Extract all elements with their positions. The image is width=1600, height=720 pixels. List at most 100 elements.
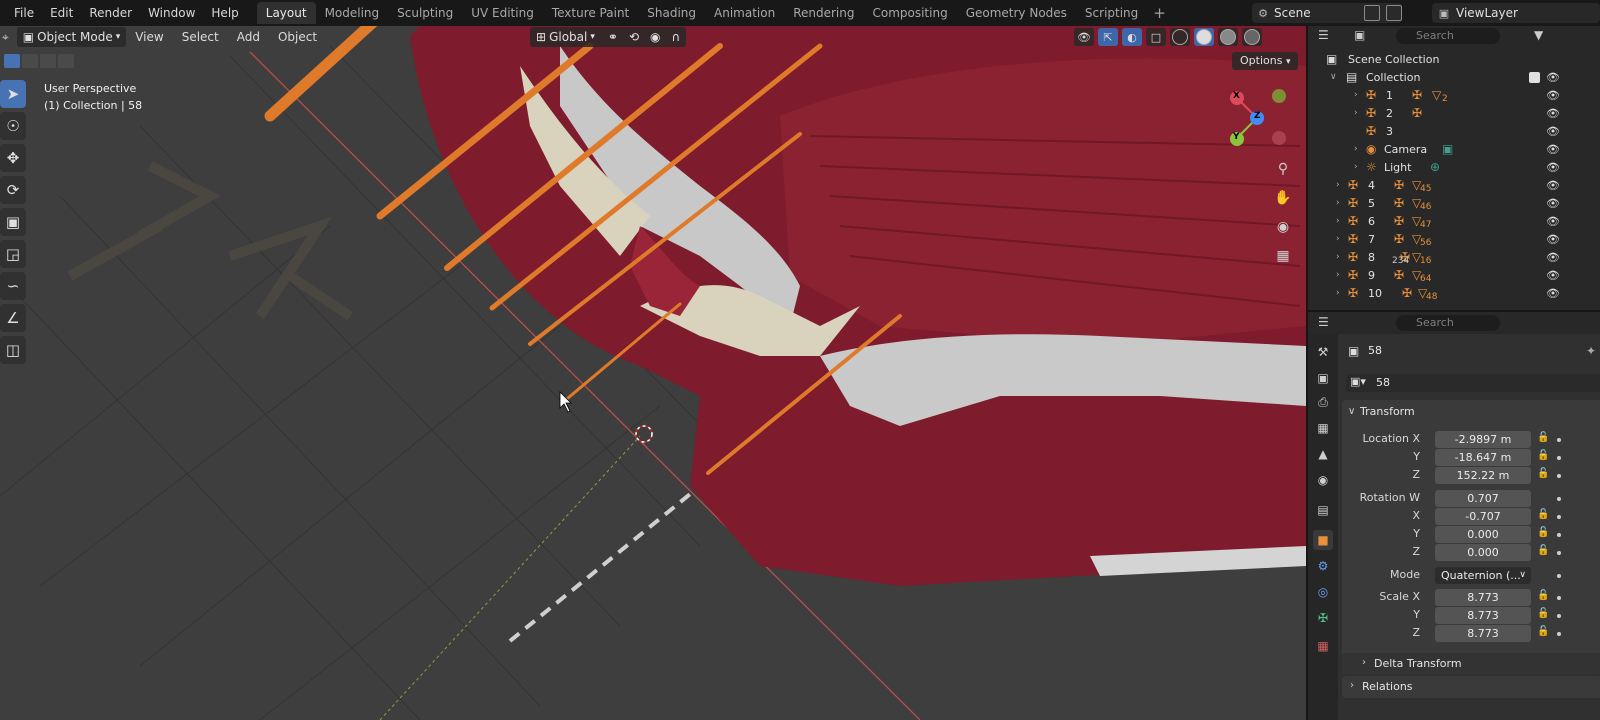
delta-transform-panel[interactable]: › Delta Transform [1342, 653, 1600, 675]
tab-modeling[interactable]: Modeling [316, 2, 389, 24]
chevron-right-icon[interactable]: › [1336, 252, 1340, 262]
menu-render[interactable]: Render [81, 0, 140, 26]
eye-icon[interactable]: 👁 [1546, 197, 1560, 210]
tab-animation[interactable]: Animation [705, 2, 784, 24]
lock-icon[interactable]: 🔓 [1537, 527, 1549, 538]
xray-icon[interactable]: □ [1146, 28, 1166, 46]
outliner-item-2[interactable]: › ✠ 2 ✠ 👁 [1308, 104, 1600, 122]
menu-select[interactable]: Select [173, 27, 228, 47]
chevron-right-icon[interactable]: › [1354, 90, 1358, 100]
outliner-collection[interactable]: ∨ ▤ Collection 👁 [1308, 68, 1600, 86]
lock-icon[interactable]: 🔓 [1537, 509, 1549, 520]
menu-edit[interactable]: Edit [42, 0, 81, 26]
view-layer-selector[interactable]: ▣ ViewLayer [1432, 3, 1600, 23]
outliner-item-8[interactable]: › ✠ 8 ✠ 234 ▽ 16 👁 [1308, 248, 1600, 266]
material-shading-icon[interactable] [1218, 28, 1238, 46]
lock-icon[interactable]: 🔓 [1537, 590, 1549, 601]
relations-panel[interactable]: › Relations [1342, 676, 1600, 698]
chevron-right-icon[interactable]: › [1354, 108, 1358, 118]
scale-tool-icon[interactable]: ▣ [0, 208, 26, 236]
tab-rendering[interactable]: Rendering [784, 2, 863, 24]
mode-selector[interactable]: ▣ Object Mode ▾ [16, 27, 127, 47]
keyframe-dot[interactable] [1557, 614, 1561, 618]
perspective-grid-icon[interactable]: ▦ [1272, 245, 1294, 267]
physics-tab-icon[interactable]: ◎ [1313, 582, 1333, 602]
menu-window[interactable]: Window [140, 0, 203, 26]
eye-icon[interactable]: 👁 [1546, 269, 1560, 282]
transform-tool-icon[interactable]: ◲ [0, 240, 26, 268]
eye-icon[interactable]: 👁 [1546, 215, 1560, 228]
keyframe-dot[interactable] [1557, 551, 1561, 555]
scale-z-field[interactable]: 8.773 [1435, 625, 1531, 642]
outliner-item-camera[interactable]: › ◉ Camera ▣ 👁 [1308, 140, 1600, 158]
keyframe-dot[interactable] [1557, 574, 1561, 578]
texture-tab-icon[interactable]: ▦ [1313, 636, 1333, 656]
chevron-right-icon[interactable]: › [1354, 144, 1358, 154]
solid-shading-icon[interactable] [1194, 28, 1214, 46]
properties-search-input[interactable]: Search [1396, 315, 1500, 331]
object-name-field[interactable]: ▣▾ 58 [1346, 374, 1600, 392]
eye-icon[interactable]: 👁 [1546, 251, 1560, 264]
output-tab-icon[interactable]: ⎙ [1313, 392, 1333, 412]
camera-view-icon[interactable]: ◉ [1272, 216, 1294, 238]
tab-uv-editing[interactable]: UV Editing [462, 2, 543, 24]
proportional-edit-icon[interactable]: ◉ [650, 30, 660, 44]
outliner-type-icon[interactable]: ☰ [1318, 28, 1329, 42]
snap-icon[interactable]: ⟲ [629, 30, 639, 44]
keyframe-dot[interactable] [1557, 515, 1561, 519]
chevron-right-icon[interactable]: › [1336, 234, 1340, 244]
tab-scripting[interactable]: Scripting [1076, 2, 1147, 24]
menu-help[interactable]: Help [203, 0, 246, 26]
eye-icon[interactable]: 👁 [1546, 143, 1560, 156]
expand-icon[interactable]: ∨ [1330, 72, 1337, 82]
lock-icon[interactable]: 🔓 [1537, 432, 1549, 443]
object-tab-icon[interactable]: ■ [1313, 530, 1333, 550]
menu-add[interactable]: Add [228, 27, 269, 47]
outliner-scene-collection[interactable]: ▣ Scene Collection [1308, 50, 1600, 68]
scale-y-field[interactable]: 8.773 [1435, 607, 1531, 624]
rotation-z-field[interactable]: 0.000 [1435, 544, 1531, 561]
location-y-field[interactable]: -18.647 m [1435, 449, 1531, 466]
select-box-tool-icon[interactable]: ➤ [0, 80, 26, 108]
transform-title[interactable]: Transform [1360, 405, 1415, 418]
rotate-tool-icon[interactable]: ⟳ [0, 176, 26, 204]
modifier-tab-icon[interactable]: ⚙ [1313, 556, 1333, 576]
cursor-tool-icon[interactable]: ☉ [0, 112, 26, 140]
select-intersect-icon[interactable] [58, 54, 74, 68]
chevron-right-icon[interactable]: › [1336, 198, 1340, 208]
keyframe-dot[interactable] [1557, 438, 1561, 442]
eye-icon[interactable]: 👁 [1546, 89, 1560, 102]
eye-icon[interactable]: 👁 [1546, 287, 1560, 300]
eye-icon[interactable]: 👁 [1546, 161, 1560, 174]
move-tool-icon[interactable]: ✥ [0, 144, 26, 172]
overlay-toggle-icon[interactable]: ◐ [1122, 28, 1142, 46]
tab-layout[interactable]: Layout [256, 2, 316, 24]
keyframe-dot[interactable] [1557, 474, 1561, 478]
outliner-item-10[interactable]: › ✠ 10 ✠ ▽ 48 👁 [1308, 284, 1600, 302]
outliner-item-3[interactable]: ✠ 3 👁 [1308, 122, 1600, 140]
new-scene-button[interactable] [1364, 5, 1380, 21]
editor-type-icon[interactable]: ⌖ [0, 27, 11, 47]
chevron-right-icon[interactable]: › [1336, 288, 1340, 298]
scale-x-field[interactable]: 8.773 [1435, 589, 1531, 606]
outliner-item-light[interactable]: › ☼ Light ⊕ 👁 [1308, 158, 1600, 176]
falloff-icon[interactable]: ∩ [671, 30, 680, 44]
scene-tab-icon[interactable]: ▲ [1313, 444, 1333, 464]
outliner-item-4[interactable]: › ✠ 4 ✠ ▽ 45 👁 [1308, 176, 1600, 194]
view-layer-tab-icon[interactable]: ▦ [1313, 418, 1333, 438]
tab-shading[interactable]: Shading [638, 2, 705, 24]
collection-checkbox[interactable] [1529, 72, 1540, 83]
gizmo-toggle-icon[interactable]: ⇱ [1098, 28, 1118, 46]
pivot-icon[interactable]: ⚭ [608, 30, 618, 44]
keyframe-dot[interactable] [1557, 456, 1561, 460]
3d-viewport[interactable]: X Z Y ⌖ ▣ Object Mode ▾ View Select Add … [0, 26, 1306, 720]
zoom-icon[interactable]: ⚲ [1272, 158, 1294, 180]
lock-icon[interactable]: 🔓 [1537, 450, 1549, 461]
properties-type-icon[interactable]: ☰ [1318, 315, 1329, 329]
rotation-y-field[interactable]: 0.000 [1435, 526, 1531, 543]
filter-icon[interactable]: ▼ [1534, 28, 1543, 42]
select-extend-icon[interactable] [22, 54, 38, 68]
rotation-x-field[interactable]: -0.707 [1435, 508, 1531, 525]
tab-sculpting[interactable]: Sculpting [388, 2, 462, 24]
lock-icon[interactable]: 🔓 [1537, 468, 1549, 479]
